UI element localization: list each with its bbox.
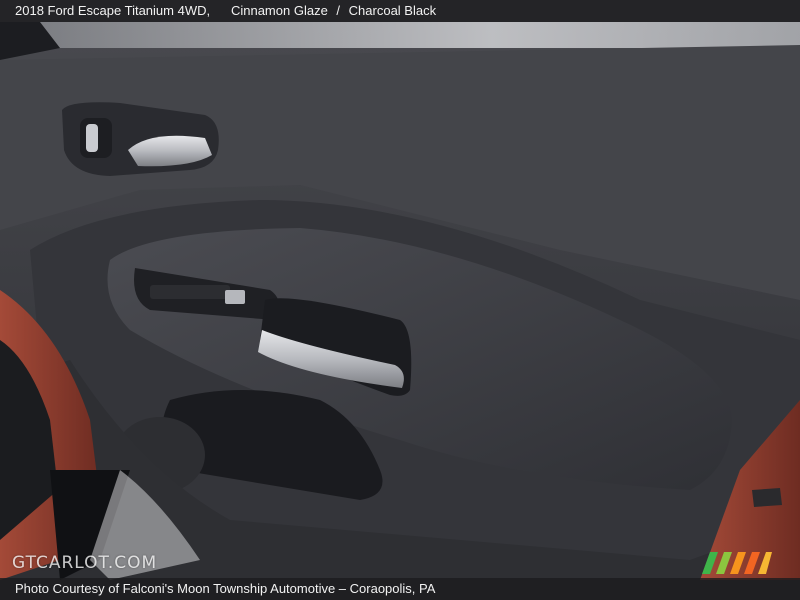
photo-credit-bar: Photo Courtesy of Falconi's Moon Townshi… xyxy=(0,578,800,600)
site-watermark: GTCARLOT.COM xyxy=(12,553,158,573)
exterior-color: Cinnamon Glaze xyxy=(230,3,328,18)
gtcarlot-stripes-logo-icon xyxy=(702,552,772,574)
vehicle-title: 2018 Ford Escape Titanium 4WD, xyxy=(15,3,211,18)
photo-credit: Photo Courtesy of Falconi's Moon Townshi… xyxy=(15,581,436,596)
top-info-bar: 2018 Ford Escape Titanium 4WD, Cinnamon … xyxy=(0,0,800,22)
interior-color: Charcoal Black xyxy=(348,3,437,18)
color-separator: / xyxy=(336,3,341,18)
car-door-photo xyxy=(0,0,800,600)
photo-viewer: 2018 Ford Escape Titanium 4WD, Cinnamon … xyxy=(0,0,800,600)
